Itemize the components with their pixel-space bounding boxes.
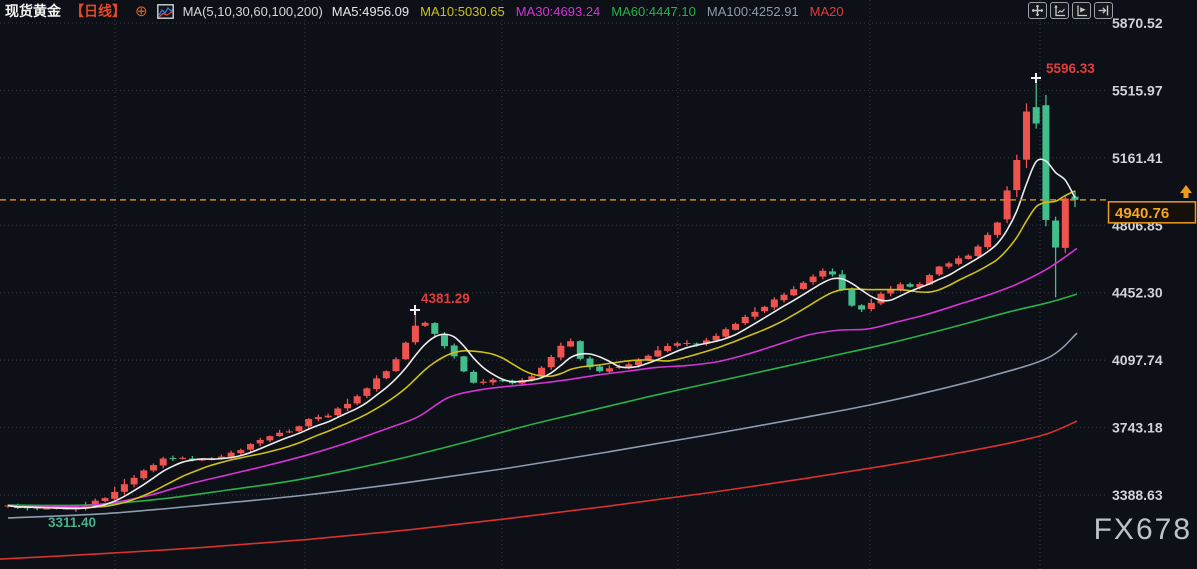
- chart-axis-button[interactable]: [1050, 2, 1069, 19]
- ma-legend-item-ma100: MA100:4252.91: [707, 4, 799, 19]
- symbol-name: 现货黄金: [5, 1, 61, 21]
- svg-text:5596.33: 5596.33: [1046, 61, 1095, 76]
- axis-label: 5161.41: [1112, 150, 1163, 166]
- ma-legend-item-ma30: MA30:4693.24: [516, 4, 601, 19]
- crosshair-button[interactable]: [1028, 2, 1047, 19]
- ma-legend-item-ma5: MA5:4956.09: [332, 4, 409, 19]
- ma-legend-item-ma60: MA60:4447.10: [611, 4, 696, 19]
- axis-label: 5870.52: [1112, 15, 1163, 31]
- chart-flag-button[interactable]: [1072, 2, 1091, 19]
- axis-label: 3743.18: [1112, 420, 1163, 436]
- period-label[interactable]: 【日线】: [70, 1, 126, 21]
- indicator-chart-icon[interactable]: [157, 4, 174, 19]
- axis-label: 4097.74: [1112, 352, 1163, 368]
- svg-text:4381.29: 4381.29: [421, 291, 470, 306]
- chart-flag-icon: [1075, 4, 1088, 17]
- chart-axis-icon: [1053, 4, 1066, 17]
- ma-legend-item-ma200: MA20: [810, 4, 844, 19]
- svg-text:3311.40: 3311.40: [48, 515, 96, 530]
- candlestick-chart[interactable]: 5596.33 4381.29 3311.40 5870.52 5515.97 5161.…: [0, 0, 1197, 569]
- expand-icon[interactable]: ⊕: [135, 4, 148, 19]
- exit-right-button[interactable]: [1094, 2, 1113, 19]
- ma-legend-item-ma10: MA10:5030.65: [420, 4, 505, 19]
- current-price-value: 4940.76: [1115, 205, 1169, 222]
- ma-legend: MA5:4956.09 MA10:5030.65 MA30:4693.24 MA60:…: [332, 4, 844, 19]
- chart-toolbar: [1028, 2, 1113, 19]
- exit-right-icon: [1097, 4, 1110, 17]
- watermark: FX678: [1094, 513, 1192, 547]
- crosshair-icon: [1031, 4, 1044, 17]
- axis-label: 3388.63: [1112, 487, 1163, 503]
- axis-label: 5515.97: [1112, 82, 1163, 98]
- chart-header: 现货黄金 【日线】 ⊕ MA(5,10,30,60,100,200) MA5:4…: [0, 0, 844, 22]
- ma-group-label: MA(5,10,30,60,100,200): [183, 4, 323, 19]
- axis-label: 4452.30: [1112, 285, 1163, 301]
